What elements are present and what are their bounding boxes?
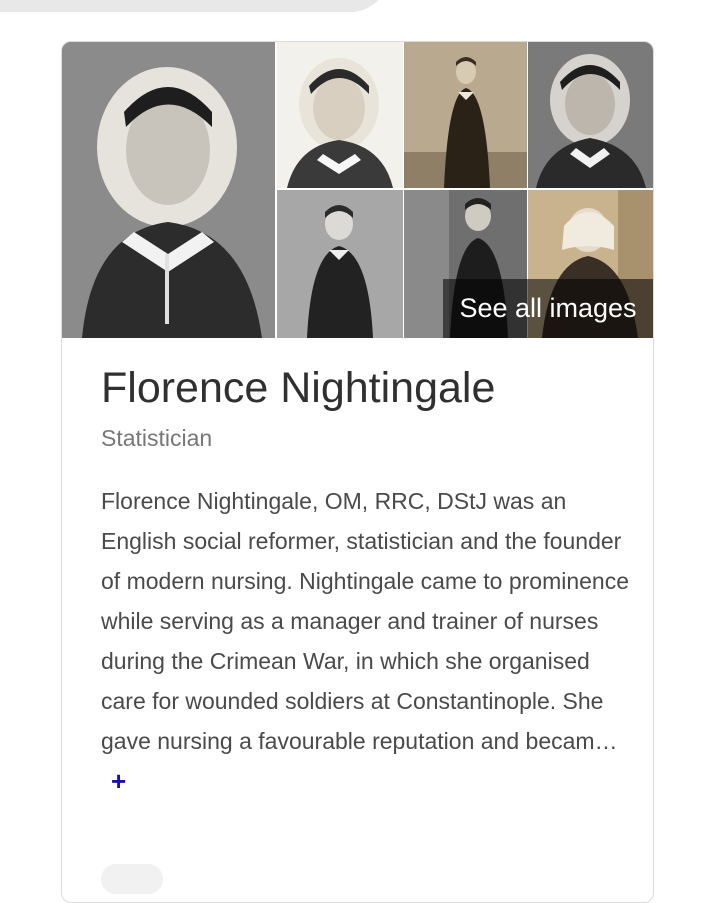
expand-plus-icon[interactable]: + [111, 761, 126, 801]
image-gallery: See all images [62, 42, 653, 338]
entity-description: Florence Nightingale, OM, RRC, DStJ was … [101, 481, 631, 802]
description-text: Florence Nightingale, OM, RRC, DStJ was … [101, 488, 630, 754]
next-section-chip[interactable] [101, 864, 163, 894]
search-bar-edge [0, 0, 390, 12]
gallery-image-5[interactable] [277, 190, 403, 338]
gallery-image-4[interactable] [528, 42, 653, 188]
knowledge-panel: See all images Florence Nightingale Stat… [61, 41, 654, 903]
gallery-image-main[interactable] [62, 42, 275, 338]
entity-subtitle: Statistician [101, 425, 213, 451]
gallery-image-2[interactable] [277, 42, 403, 188]
entity-title: Florence Nightingale [101, 364, 496, 412]
see-all-images-link[interactable]: See all images [443, 279, 653, 338]
gallery-image-3[interactable] [404, 42, 527, 188]
